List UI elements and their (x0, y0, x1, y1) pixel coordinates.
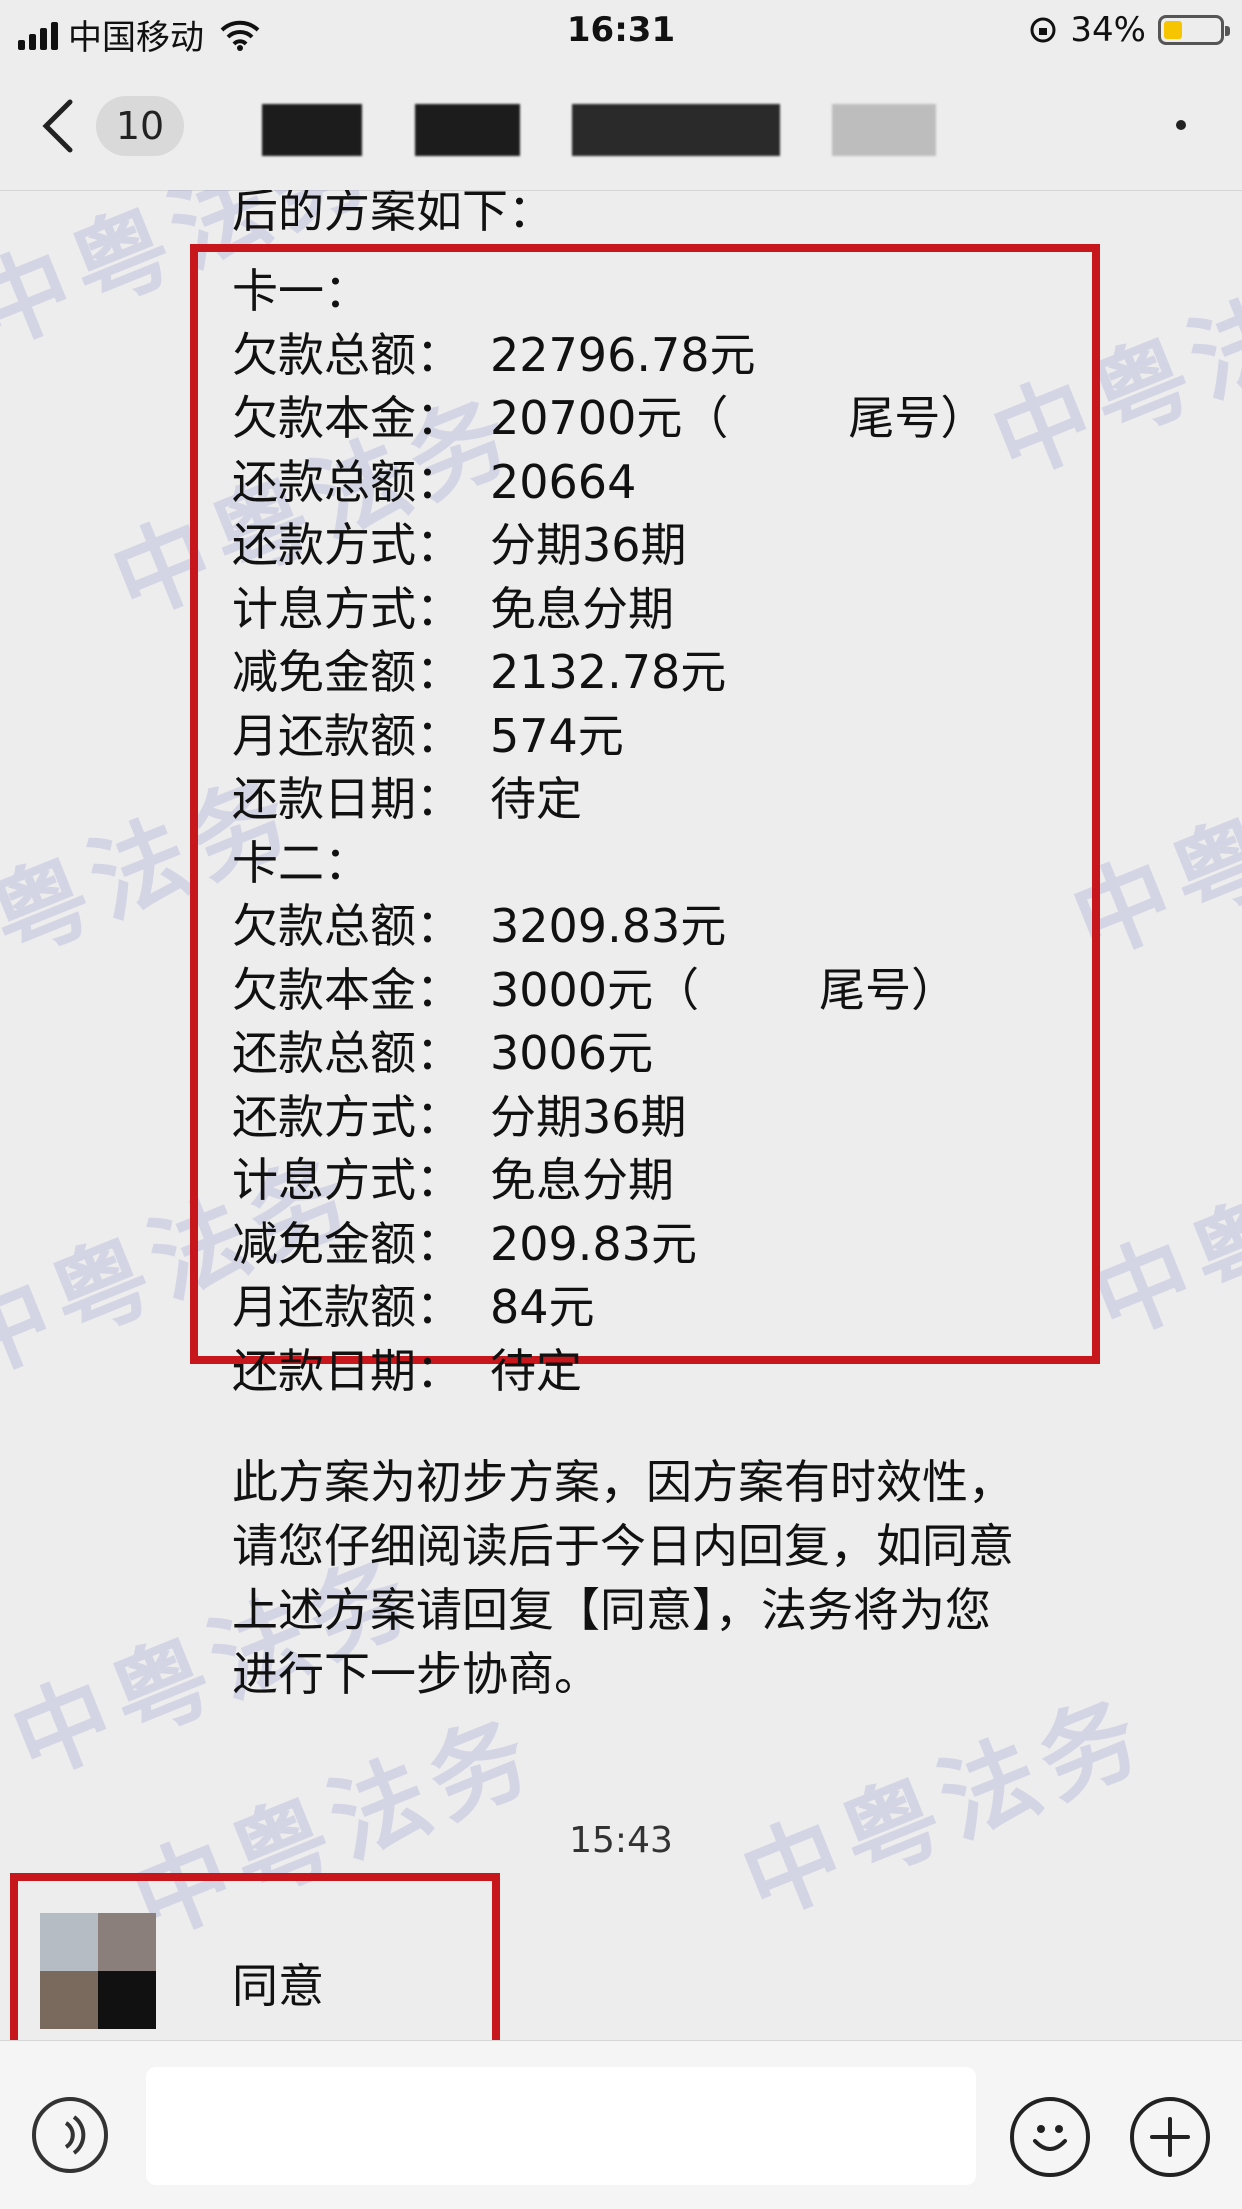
avatar[interactable] (40, 1913, 156, 2029)
plan-row-label: 计息方式： (232, 581, 462, 636)
plan-row: 减免金额： 2132.78元 (232, 641, 986, 705)
plan-row: 计息方式： 免息分期 (232, 1149, 986, 1213)
incoming-message[interactable]: 同意 (232, 1950, 324, 2016)
plan-row-label: 减免金额： (232, 1216, 462, 1271)
plan-row-value: 209.83元 (490, 1216, 697, 1271)
plan-row-value: 22796.78元 (490, 327, 756, 382)
chat-header: 10 (0, 64, 1242, 191)
plan-row: 月还款额： 84元 (232, 1276, 986, 1340)
plan-row-label: 还款方式： (232, 1089, 462, 1144)
message-intro: 后的方案如下： (232, 190, 554, 238)
plan-row: 还款方式： 分期36期 (232, 514, 986, 578)
plan-row-label: 还款日期： (232, 1343, 462, 1398)
plan-row-label: 欠款总额： (232, 899, 462, 953)
voice-input-button[interactable] (32, 2097, 108, 2173)
add-attachment-button[interactable] (1130, 2097, 1210, 2177)
plan-row: 计息方式： 免息分期 (232, 578, 986, 642)
plan-row-value: 20700元（ (490, 391, 729, 445)
plan-row-value: 免息分期 (490, 581, 674, 636)
plan-row: 欠款总额： 3209.83元 (232, 895, 986, 959)
plan-row-value: 574元 (490, 708, 624, 763)
plan-row-label: 减免金额： (232, 645, 462, 699)
unread-count-badge[interactable]: 10 (96, 96, 184, 156)
plan-row-value: 3006元 (490, 1026, 654, 1080)
plan-row-suffix: 尾号） (848, 391, 987, 445)
plan-row-label: 欠款本金： (232, 962, 462, 1017)
plan-row-value: 待定 (490, 1343, 582, 1398)
plan-row: 还款日期： 待定 (232, 1340, 986, 1404)
plan-row-label: 还款总额： (232, 454, 462, 509)
message-timestamp: 15:43 (569, 1820, 673, 1861)
plus-icon (1150, 2117, 1190, 2157)
plan-row-label: 计息方式： (232, 1153, 462, 1207)
plan-row-label: 欠款本金： (232, 391, 462, 445)
plan-row-label: 月还款额： (232, 1280, 462, 1334)
plan-row-label: 还款日期： (232, 772, 462, 826)
plan-row: 减免金额： 209.83元 (232, 1213, 986, 1277)
redacted-card-number (728, 387, 848, 451)
follow-up-message: 此方案为初步方案，因方案有时效性，请您仔细阅读后于今日内回复，如同意上述方案请回… (232, 1455, 1014, 1701)
plan-row: 还款方式： 分期36期 (232, 1086, 986, 1150)
plan-row: 月还款额： 574元 (232, 705, 986, 769)
battery-percent: 34% (1070, 10, 1146, 50)
more-icon[interactable] (1176, 120, 1186, 130)
card-one-header: 卡一： (232, 264, 370, 318)
plan-row-value: 免息分期 (490, 1153, 674, 1207)
plan-row-value: 分期36期 (490, 1089, 687, 1144)
emoji-icon (1033, 2125, 1067, 2151)
redacted-card-number (699, 959, 819, 1023)
back-icon[interactable] (40, 98, 76, 154)
plan-row: 欠款本金： 20700元（ 尾号） (232, 387, 986, 451)
plan-row-value: 分期36期 (490, 518, 687, 572)
plan-row: 还款日期： 待定 (232, 768, 986, 832)
repayment-plan: 卡一： 欠款总额： 22796.78元 欠款本金： 20700元（ 尾号） 还款总额： 20… (232, 260, 986, 1403)
plan-row-value: 3000元（ (490, 962, 700, 1017)
plan-row-label: 月还款额： (232, 708, 462, 763)
plan-row-value: 20664 (490, 454, 637, 509)
chat-message-list[interactable]: 中粤法务 中粤法务 中粤法务 中粤法务 中粤法务 中粤法务 中粤法务 中粤法务 … (0, 190, 1242, 2040)
plan-row-label: 还款总额： (232, 1026, 462, 1080)
message-input[interactable] (146, 2067, 976, 2185)
plan-row-value: 2132.78元 (490, 645, 727, 699)
status-bar: 中国移动 16:31 34% (0, 0, 1242, 64)
input-bar (0, 2040, 1242, 2209)
voice-icon (64, 2115, 86, 2155)
card-two-header: 卡二： (232, 835, 370, 890)
plan-row-value: 3209.83元 (490, 899, 727, 953)
plan-row: 还款总额： 20664 (232, 451, 986, 515)
plan-row-suffix: 尾号） (819, 962, 958, 1017)
orientation-lock-icon (1030, 17, 1056, 43)
plan-row-value: 待定 (490, 772, 582, 826)
plan-row: 欠款总额： 22796.78元 (232, 324, 986, 388)
plan-row: 还款总额： 3006元 (232, 1022, 986, 1086)
emoji-button[interactable] (1010, 2097, 1090, 2177)
plan-row-label: 还款方式： (232, 518, 462, 572)
plan-row: 欠款本金： 3000元（ 尾号） (232, 959, 986, 1023)
plan-row-value: 84元 (490, 1280, 595, 1334)
battery-icon (1158, 15, 1230, 45)
plan-row-label: 欠款总额： (232, 327, 462, 382)
